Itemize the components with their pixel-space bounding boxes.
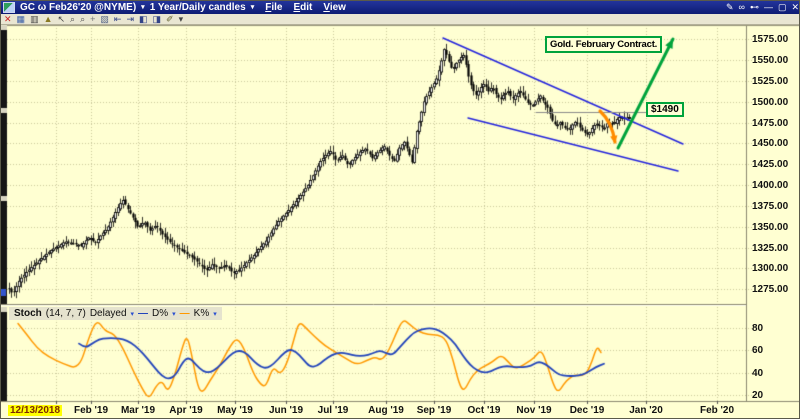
month-label: Nov '19 (516, 405, 551, 416)
drawing-toolbar: ✕ ▦ ▥ ▲ ↖ ⌕ ⌕ + ▧ ⇤ ⇥ ◧ ◨ ✐ ▾ (1, 14, 800, 25)
pan-left-icon[interactable]: ◧ (139, 15, 148, 24)
window-icon (3, 2, 15, 13)
stoch-tick: 40 (752, 368, 763, 379)
month-label: Sep '19 (417, 405, 452, 416)
close-icon[interactable]: ✕ (791, 3, 799, 12)
month-label: May '19 (217, 405, 253, 416)
stoch-tick: 60 (752, 345, 763, 356)
price-chart-canvas[interactable] (1, 1, 800, 419)
price-tick: 1525.00 (752, 76, 788, 87)
menu-edit[interactable]: Edit (293, 2, 312, 13)
toolbar-more-icon[interactable]: ▾ (179, 15, 184, 24)
price-tick: 1375.00 (752, 201, 788, 212)
price-tick: 1575.00 (752, 34, 788, 45)
month-label: Aug '19 (368, 405, 404, 416)
link-icon[interactable]: ∞ (739, 3, 745, 12)
menu-view[interactable]: View (323, 2, 346, 13)
d-line-dropdown-icon[interactable]: ▾ (172, 310, 176, 318)
price-tick: 1400.00 (752, 180, 788, 191)
price-target-label[interactable]: $1490 (646, 102, 684, 117)
annotate-icon[interactable]: ▧ (100, 15, 109, 24)
k-line-dropdown-icon[interactable]: ▾ (213, 310, 217, 318)
study-params: (14, 7, 7) (46, 308, 86, 319)
stoch-study-header: Stoch (14, 7, 7) Delayed ▾ — D% ▾ — K% ▾ (9, 307, 222, 320)
remove-icon[interactable]: ✕ (4, 15, 12, 24)
symbol-dropdown-caret-icon[interactable]: ▾ (141, 3, 145, 12)
interval-dropdown-caret-icon[interactable]: ▾ (251, 3, 255, 12)
price-tick: 1450.00 (752, 138, 788, 149)
series-start-date: 12/13/2018 (8, 405, 62, 416)
price-tick: 1475.00 (752, 118, 788, 129)
stoch-tick: 80 (752, 323, 763, 334)
d-line-swatch-icon: — (138, 308, 148, 319)
minimize-icon[interactable]: — (764, 3, 773, 12)
pointer-icon[interactable]: ↖ (58, 15, 66, 24)
month-label: Oct '19 (468, 405, 501, 416)
k-line-label: K% (194, 308, 210, 319)
study-name: Stoch (14, 308, 42, 319)
study-mode: Delayed (90, 308, 127, 319)
bar-style-icon[interactable]: ▥ (30, 15, 39, 24)
zoom-in-icon[interactable]: ⌕ (70, 15, 75, 24)
symbol-title: GC ω Feb26'20 @NYME) (20, 2, 136, 13)
month-label: Mar '19 (121, 405, 155, 416)
edit-icon[interactable]: ✎ (726, 3, 734, 12)
pin-icon[interactable]: ⊷ (750, 3, 759, 12)
crosshair-icon[interactable]: + (90, 15, 95, 24)
zoom-out-icon[interactable]: ⌕ (80, 15, 85, 24)
month-label: Feb '19 (74, 405, 108, 416)
pan-right-icon[interactable]: ◨ (153, 15, 162, 24)
price-tick: 1350.00 (752, 222, 788, 233)
chart-type-icon[interactable]: ▦ (17, 15, 26, 24)
maximize-icon[interactable]: ▢ (778, 3, 787, 12)
study-dropdown-icon[interactable]: ▾ (131, 310, 135, 318)
price-tick: 1550.00 (752, 55, 788, 66)
jump-start-icon[interactable]: ⇤ (114, 15, 122, 24)
price-tick: 1275.00 (752, 284, 788, 295)
mountain-icon[interactable]: ▲ (44, 15, 53, 24)
title-bar[interactable]: GC ω Feb26'20 @NYME) ▾ 1 Year/Daily cand… (1, 1, 800, 14)
chart-window: GC ω Feb26'20 @NYME) ▾ 1 Year/Daily cand… (0, 0, 800, 419)
price-tick: 1425.00 (752, 159, 788, 170)
jump-end-icon[interactable]: ⇥ (126, 15, 134, 24)
draw-tools-icon[interactable]: ✐ (166, 15, 174, 24)
month-label: Dec '19 (570, 405, 605, 416)
text-annotation[interactable]: Gold. February Contract. (545, 36, 662, 53)
stoch-tick: 20 (752, 390, 763, 401)
price-tick: 1325.00 (752, 243, 788, 254)
month-label: Feb '20 (700, 405, 734, 416)
month-label: Jul '19 (318, 405, 349, 416)
month-label: Apr '19 (169, 405, 203, 416)
menu-file[interactable]: File (265, 2, 282, 13)
interval-title: 1 Year/Daily candles (150, 2, 246, 13)
k-line-swatch-icon: — (180, 308, 190, 319)
price-tick: 1300.00 (752, 263, 788, 274)
month-label: Jan '20 (629, 405, 663, 416)
d-line-label: D% (152, 308, 168, 319)
price-tick: 1500.00 (752, 97, 788, 108)
month-label: Jun '19 (269, 405, 303, 416)
